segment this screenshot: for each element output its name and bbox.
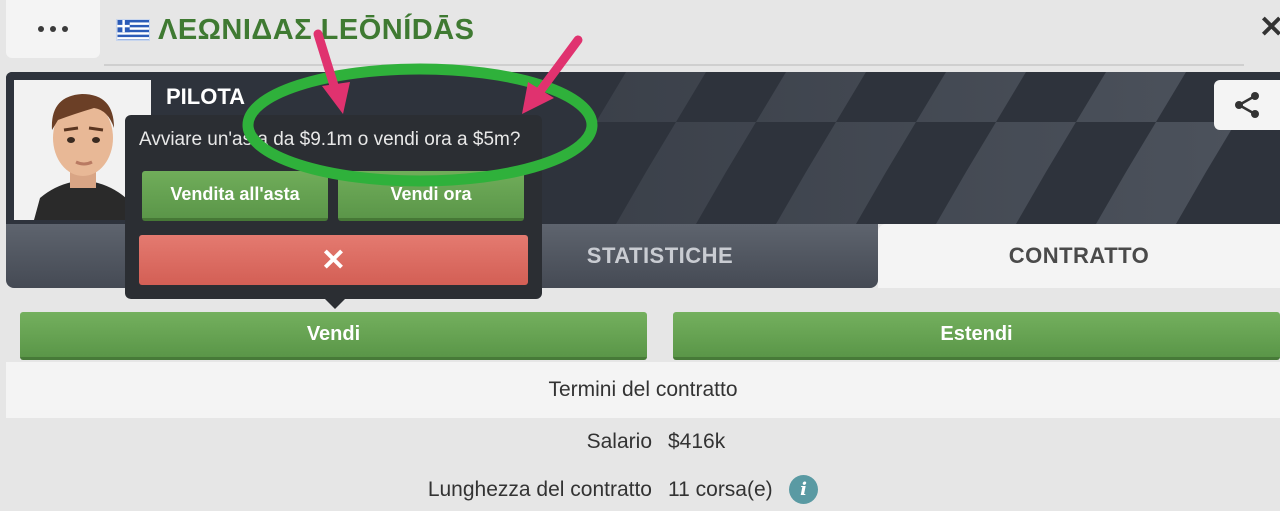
share-icon	[1235, 92, 1259, 118]
share-button[interactable]	[1214, 80, 1280, 130]
contract-row-length: Lunghezza del contratto 11 corsa(e) i	[0, 470, 1280, 510]
extend-button[interactable]: Estendi	[673, 312, 1280, 360]
cancel-button[interactable]: ✕	[139, 235, 528, 285]
close-icon[interactable]: ✕	[1259, 10, 1280, 45]
close-icon: ✕	[320, 243, 347, 277]
greece-flag-icon	[116, 19, 150, 41]
auction-button[interactable]: Vendita all'asta	[142, 171, 328, 221]
driver-role: PILOTA	[166, 84, 246, 109]
tab-contract[interactable]: CONTRATTO	[878, 224, 1280, 288]
contract-terms-heading: Termini del contratto	[6, 362, 1280, 418]
contract-length-label: Lunghezza del contratto	[427, 478, 652, 501]
menu-button[interactable]	[6, 0, 100, 58]
more-dot	[38, 26, 44, 32]
driver-name-title: ΛΕΩΝΙΔΑΣ LEŌNÍDĀS	[158, 13, 475, 46]
contract-row-salary: Salario $416k	[0, 422, 1280, 462]
more-dot	[50, 26, 56, 32]
sell-button[interactable]: Vendi	[20, 312, 647, 360]
salary-value: $416k	[668, 430, 726, 453]
info-icon[interactable]: i	[789, 475, 818, 504]
title-divider	[104, 64, 1244, 66]
header-title-group: ΛΕΩΝΙΔΑΣ LEŌNÍDĀS	[116, 8, 475, 52]
popup-message: Avviare un'asta da $9.1m o vendi ora a $…	[139, 129, 521, 150]
contract-length-value: 11 corsa(e)	[668, 478, 773, 501]
salary-label: Salario	[586, 430, 652, 453]
sell-options-popup: Avviare un'asta da $9.1m o vendi ora a $…	[125, 115, 542, 309]
sell-now-button[interactable]: Vendi ora	[338, 171, 524, 221]
more-dot	[62, 26, 68, 32]
